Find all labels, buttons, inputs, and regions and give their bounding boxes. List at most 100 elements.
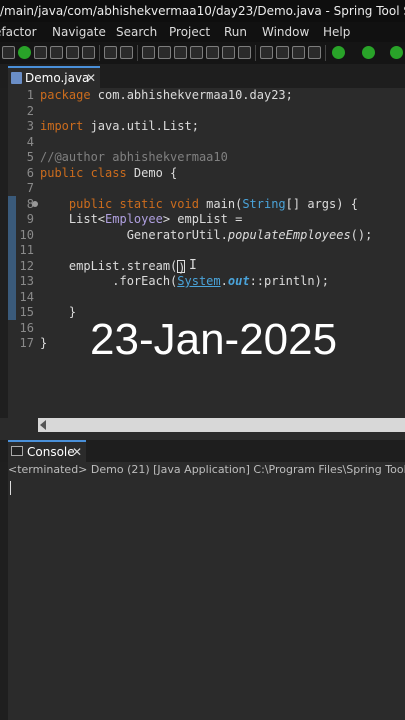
code-line: List<Employee> empList = — [40, 212, 242, 228]
debug-icon[interactable] — [332, 46, 345, 59]
line-number: 5 — [26, 150, 34, 164]
code-line: public class Demo { — [40, 166, 177, 182]
editor-left-margin — [0, 88, 8, 418]
code-text: empList.stream( — [40, 258, 178, 273]
spring-boot-icon[interactable] — [18, 46, 31, 59]
method-name: populateEmployees — [227, 227, 351, 242]
new-icon[interactable] — [2, 46, 15, 59]
toolbar-separator — [255, 45, 256, 61]
run-icon[interactable] — [362, 46, 375, 59]
line-number: 7 — [26, 181, 34, 195]
tab-console[interactable]: Console ✕ — [8, 440, 86, 462]
code-text: > empList = — [162, 212, 243, 226]
tab-demo-java[interactable]: Demo.java ✕ — [8, 66, 100, 88]
code-line: package com.abhishekvermaa10.day23; — [40, 88, 293, 104]
line-number: 11 — [19, 243, 34, 257]
last-edit-icon[interactable] — [292, 46, 305, 59]
code-line: public static void main(String[] args) { — [40, 197, 358, 213]
override-marker-icon[interactable] — [32, 201, 38, 207]
mark-occurrences-icon[interactable] — [190, 46, 203, 59]
terminal-icon[interactable] — [82, 46, 95, 59]
line-number: 4 — [26, 134, 34, 149]
console-output[interactable] — [8, 478, 405, 720]
horizontal-scrollbar[interactable] — [38, 418, 405, 432]
block-selection-icon[interactable] — [206, 46, 219, 59]
code-text: ::println); — [249, 274, 330, 288]
panel-left-margin — [0, 462, 8, 720]
class-reference: System — [177, 274, 221, 288]
code-comment: //@author abhishekvermaa10 — [40, 150, 228, 164]
search-icon[interactable] — [174, 46, 187, 59]
word-wrap-icon[interactable] — [222, 46, 235, 59]
line-number: 9 — [26, 212, 34, 226]
toolbar-separator — [99, 45, 100, 61]
keyword: package — [40, 88, 91, 102]
line-number: 13 — [19, 274, 34, 288]
close-icon[interactable]: ✕ — [86, 68, 96, 88]
scroll-left-icon[interactable] — [40, 420, 46, 430]
keyword: public class — [40, 165, 127, 180]
type-name: String — [242, 196, 286, 211]
mouse-ibeam-cursor: I — [189, 258, 197, 273]
code-text: . — [220, 274, 228, 288]
line-number: 3 — [26, 119, 34, 133]
line-number: 12 — [19, 258, 34, 273]
code-line: empList.stream() — [40, 258, 186, 275]
static-field: out — [227, 274, 250, 288]
close-icon[interactable]: ✕ — [72, 442, 82, 462]
type-name: Employee — [105, 212, 163, 226]
date-overlay: 23-Jan-2025 — [90, 315, 338, 364]
line-number: 10 — [19, 227, 34, 242]
line-number: 14 — [19, 289, 34, 304]
code-text: List< — [40, 212, 106, 226]
toggle-breakpoint-icon[interactable] — [104, 46, 117, 59]
code-text: java.util.List; — [83, 119, 199, 133]
save-icon[interactable] — [34, 46, 47, 59]
run-external-icon[interactable] — [390, 46, 403, 59]
code-text: .forEach( — [40, 274, 178, 288]
code-text: [] args) { — [285, 196, 358, 211]
print-icon[interactable] — [66, 46, 79, 59]
prev-annotation-icon[interactable] — [276, 46, 289, 59]
tab-label: Demo.java — [25, 71, 90, 85]
menu-refactor[interactable]: efactor — [0, 22, 37, 42]
code-line: GeneratorUtil.populateEmployees(); — [40, 227, 373, 244]
menu-help[interactable]: Help — [323, 22, 350, 42]
java-file-icon — [11, 72, 22, 84]
code-text: Demo { — [126, 165, 178, 180]
line-number: 1 — [26, 88, 34, 102]
code-text: (); — [350, 227, 373, 242]
show-whitespace-icon[interactable] — [238, 46, 251, 59]
line-number: 6 — [26, 165, 34, 180]
skip-breakpoints-icon[interactable] — [120, 46, 133, 59]
keyword: public static void — [40, 196, 199, 211]
line-number: 17 — [19, 336, 34, 350]
line-number: 16 — [19, 320, 34, 335]
console-cursor — [10, 481, 11, 495]
back-icon[interactable] — [308, 46, 321, 59]
menu-run[interactable]: Run — [224, 22, 247, 42]
text-caret: ) — [177, 259, 186, 275]
code-text: GeneratorUtil. — [40, 227, 228, 242]
code-line: } — [40, 305, 77, 319]
keyword: import — [40, 119, 84, 133]
save-all-icon[interactable] — [50, 46, 63, 59]
toolbar-separator — [137, 45, 138, 61]
open-task-icon[interactable] — [158, 46, 171, 59]
line-number: 15 — [19, 305, 34, 319]
line-number: 2 — [26, 103, 34, 118]
toolbar — [0, 42, 405, 64]
menu-search[interactable]: Search — [116, 22, 157, 42]
open-type-icon[interactable] — [142, 46, 155, 59]
next-annotation-icon[interactable] — [260, 46, 273, 59]
menu-bar: efactor Navigate Search Project Run Wind… — [0, 22, 405, 42]
menu-window[interactable]: Window — [262, 22, 309, 42]
menu-navigate[interactable]: Navigate — [52, 22, 106, 42]
menu-project[interactable]: Project — [169, 22, 210, 42]
window-title: /main/java/com/abhishekvermaa10/day23/De… — [0, 4, 405, 18]
console-tab-bar: Console ✕ — [0, 440, 405, 462]
code-editor[interactable]: 1 2 3 4 5 6 7 8 9 10 11 12 13 14 15 16 1… — [0, 88, 405, 418]
editor-tab-bar: Demo.java ✕ — [0, 64, 405, 88]
scope-indicator — [8, 196, 16, 320]
tab-label: Console — [27, 445, 75, 459]
